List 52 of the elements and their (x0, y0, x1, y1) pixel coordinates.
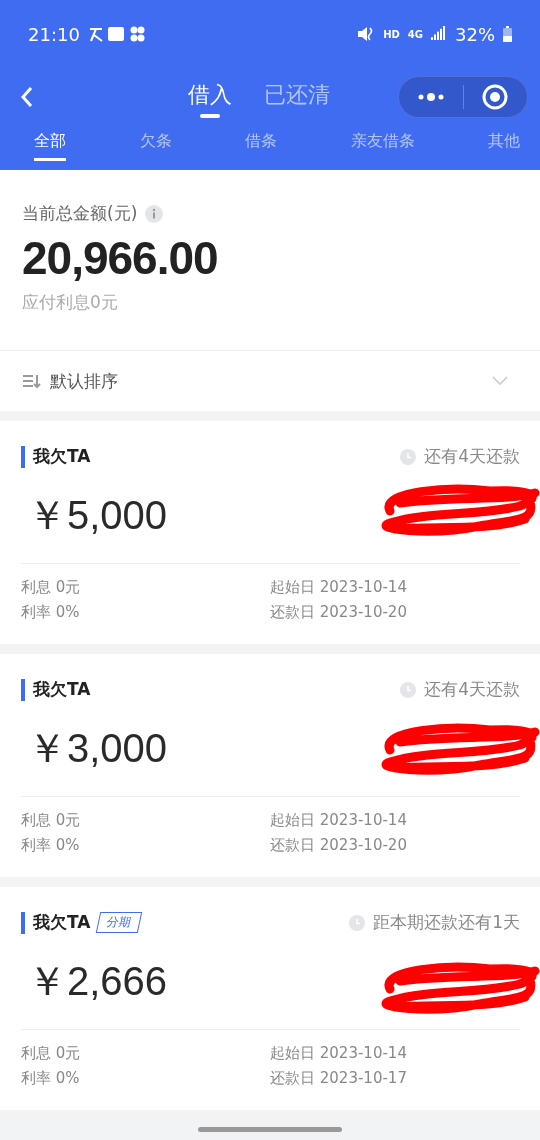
target-icon (482, 83, 509, 110)
filter-tab[interactable]: 欠条 (139, 131, 172, 161)
due-text: 距本期还款还有1天 (373, 911, 520, 934)
loan-amount: ￥3,000 (27, 725, 168, 772)
sort-dropdown[interactable]: 默认排序 (0, 351, 540, 411)
loan-title: 我欠TA (33, 911, 91, 934)
due-text: 还有4天还款 (424, 678, 520, 701)
installment-tag: 分期 (96, 912, 143, 933)
nav-tab[interactable]: 已还清 (264, 75, 330, 118)
status-time: 21:10 (28, 23, 80, 45)
clock-icon (400, 448, 417, 465)
total-label: 当前总金额(元) (22, 202, 138, 225)
loan-amount: ￥2,666 (27, 958, 168, 1005)
loan-detail: 利率 0% (21, 1069, 81, 1088)
chevron-down-icon (492, 376, 508, 386)
info-icon[interactable] (145, 204, 164, 223)
filter-tab[interactable]: 其他 (488, 131, 520, 161)
filter-tab[interactable]: 全部 (34, 131, 66, 161)
loan-detail: 利息 0元 (21, 811, 82, 830)
loan-title: 我欠TA (33, 445, 91, 468)
loan-detail: 起始日 2023-10-14 (270, 811, 408, 830)
loan-detail: 利率 0% (21, 836, 81, 855)
network-label: HD (383, 28, 400, 40)
clock-icon (400, 681, 417, 698)
loan-title: 我欠TA (33, 678, 91, 701)
due-text: 还有4天还款 (424, 445, 520, 468)
total-amount: 20,966.00 (22, 231, 219, 285)
status-icons (87, 25, 146, 43)
battery-icon (503, 26, 512, 42)
clock-icon (349, 914, 366, 931)
loan-detail: 利率 0% (21, 603, 81, 622)
interest-text: 应付利息0元 (22, 291, 119, 314)
loan-detail: 利息 0元 (21, 1044, 82, 1063)
loan-detail: 利息 0元 (21, 578, 82, 597)
loan-detail: 起始日 2023-10-14 (270, 578, 408, 597)
filter-tab[interactable]: 借条 (245, 131, 277, 161)
filter-tab[interactable]: 亲友借条 (350, 131, 415, 161)
loan-card[interactable]: 我欠TA 分期 距本期还款还有1天 ￥2,666 利息 0元 起始日 2023-10-14 利率 0% 还款日 2023-10-17 (0, 887, 540, 1110)
back-icon[interactable] (20, 85, 34, 108)
loan-detail: 起始日 2023-10-14 (270, 1044, 408, 1063)
more-icon (416, 91, 445, 102)
loan-card[interactable]: 我欠TA 还有4天还款 ￥3,000 利息 0元 起始日 2023-10-14 利率 0% 还款日 2023-10-20 (0, 654, 540, 877)
signal-icon (431, 26, 447, 42)
loan-detail: 还款日 2023-10-17 (270, 1069, 408, 1088)
battery-percentage: 32% (455, 23, 495, 45)
loan-detail: 还款日 2023-10-20 (270, 836, 408, 855)
sort-icon (22, 373, 42, 389)
loan-amount: ￥5,000 (27, 492, 168, 539)
loan-detail: 还款日 2023-10-20 (270, 603, 408, 622)
nav-tab[interactable]: 借入 (188, 75, 232, 118)
loan-card[interactable]: 我欠TA 还有4天还款 ￥5,000 利息 0元 起始日 2023-10-14 利率 0% 还款日 2023-10-20 (0, 421, 540, 644)
network-label: 4G (407, 28, 423, 40)
